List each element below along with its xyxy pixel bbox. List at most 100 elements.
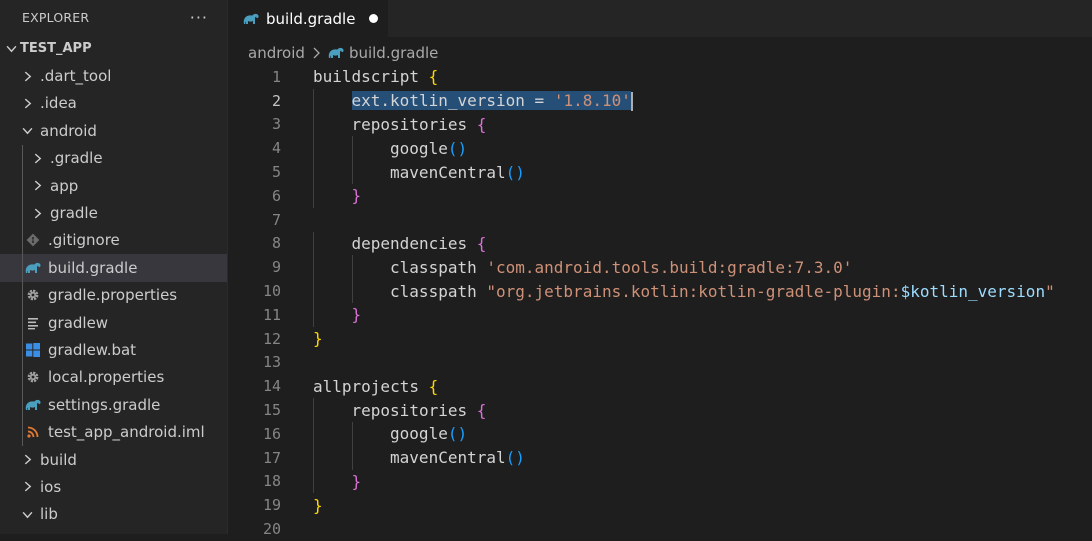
chevron-right-icon[interactable] [18,71,36,82]
indent-guide [313,255,314,280]
indent-guide [313,231,314,256]
code-token: } [313,495,323,515]
breadcrumb-file[interactable]: build.gradle [349,44,438,62]
code-text: classpath "org.jetbrains.kotlin:kotlin-g… [390,282,1055,301]
tree-item-android[interactable]: android [0,117,227,144]
indent-guide [313,112,314,137]
code-line[interactable]: 18} [228,469,1092,494]
line-number: 18 [262,472,281,491]
indent-guide [22,308,23,337]
code-line[interactable]: 7 [228,208,1092,232]
tree-item-test-app-android-iml[interactable]: test_app_android.iml [0,418,227,446]
tree-item-build[interactable]: build [0,446,227,473]
chevron-right-icon[interactable] [28,153,46,164]
unsaved-dot-icon[interactable] [369,14,379,23]
indent-guide [313,398,314,422]
code-token: { [476,233,487,253]
chevron-right-icon[interactable] [28,180,46,191]
code-token: () [505,162,525,182]
breadcrumb-folder[interactable]: android [248,44,305,62]
line-number: 5 [271,163,281,182]
code-line[interactable]: 13 [228,351,1092,375]
indent-guide [351,422,353,446]
more-actions-icon[interactable]: ··· [190,8,208,27]
code-line[interactable]: 15 repositories { [228,398,1092,422]
tree-item-label: build [40,450,77,469]
breadcrumb: android build.gradle [248,40,438,66]
code-line[interactable]: 8 dependencies { [228,231,1092,256]
tree-item-build-gradle[interactable]: build.gradle [0,254,227,282]
tree-item-settings-gradle[interactable]: settings.gradle [0,391,227,419]
tree-item-gradlew[interactable]: gradlew [0,308,227,337]
code-line[interactable]: 12} [228,327,1092,351]
code-line[interactable]: 5 mavenCentral() [228,160,1092,184]
gradle-elephant-icon [242,10,260,28]
tab-build-gradle[interactable]: build.gradle [228,0,388,37]
tree-item-gradlew-bat[interactable]: gradlew.bat [0,336,227,364]
tab-label: build.gradle [266,9,356,28]
tree-item-idea[interactable]: .idea [0,90,227,117]
code-text: google() [390,424,467,443]
code-text: ext.kotlin_version = '1.8.10' [351,90,633,111]
line-number: 9 [271,258,281,277]
code-line[interactable]: 1 buildscript { [228,65,1092,89]
line-number: 12 [262,329,281,348]
code-text: } [352,186,362,205]
tree-item-lib[interactable]: lib [0,501,227,528]
line-number: 10 [262,282,281,301]
code-token: google [390,138,448,158]
code-token: repositories [351,400,477,420]
code-line[interactable]: 16 google() [228,422,1092,446]
line-number: 20 [262,520,281,539]
code-line[interactable]: 4 google() [228,136,1092,161]
indent-guide [313,184,314,208]
code-line[interactable]: 10 classpath "org.jetbrains.kotlin:kotlin… [228,279,1092,303]
chevron-right-icon[interactable] [28,208,46,219]
code-line[interactable]: 9 classpath 'com.android.tools.build:grad… [228,255,1092,280]
code-line[interactable]: 3 repositories { [228,112,1092,137]
code-line[interactable]: 6} [228,184,1092,208]
explorer-title: EXPLORER [22,10,90,25]
chevron-right-icon[interactable] [18,481,36,492]
chevron-right-icon[interactable] [18,98,36,109]
chevron-down-icon[interactable] [2,43,20,54]
tree-item-gradle[interactable]: gradle [0,199,227,227]
tree-item-label: app [50,176,79,195]
tree-item-dart-tool[interactable]: .dart_tool [0,62,227,89]
text-cursor [630,91,633,111]
tree-item-app[interactable]: app [0,171,227,200]
rss-icon [24,423,42,441]
code-text: } [313,329,323,348]
tree-item-label: gradle [50,204,98,223]
tree-item-gradle-properties[interactable]: gradle.properties [0,281,227,309]
code-line[interactable]: 19} [228,493,1092,517]
code-token: } [351,186,362,206]
code-line[interactable]: 14 allprojects { [228,374,1092,398]
tree-item-ios[interactable]: ios [0,473,227,500]
code-token: '1.8.10' [553,90,631,110]
code-token: mavenCentral [390,162,506,182]
indent-guide [313,469,314,494]
tree-item-gradle[interactable]: .gradle [0,144,227,172]
tree-item-local-properties[interactable]: local.properties [0,363,227,392]
code-line[interactable]: 20 [228,517,1092,541]
git-icon [24,231,42,249]
code-text: buildscript { [313,67,438,86]
line-number: 7 [271,210,281,229]
chevron-down-icon[interactable] [18,509,36,520]
tree-item-label: .dart_tool [40,67,112,86]
code-line[interactable]: 11} [228,303,1092,327]
code-line[interactable]: 17 mavenCentral() [228,445,1092,470]
line-number: 17 [262,448,281,467]
tree-item-gitignore[interactable]: .gitignore [0,226,227,255]
code-text: } [352,305,362,324]
code-editor[interactable]: 1 buildscript {2 ext.kotlin_version = '1.8… [228,65,1092,538]
chevron-down-icon[interactable] [18,125,36,136]
code-line[interactable]: 2 ext.kotlin_version = '1.8.10' [228,88,1092,113]
line-number: 4 [271,139,281,158]
chevron-right-icon[interactable] [18,454,36,465]
tree-item-label: ios [40,477,62,496]
tree-item-test-app[interactable]: TEST_APP [0,35,227,62]
tree-item-label: lib [40,505,58,524]
code-token: buildscript [313,67,429,87]
